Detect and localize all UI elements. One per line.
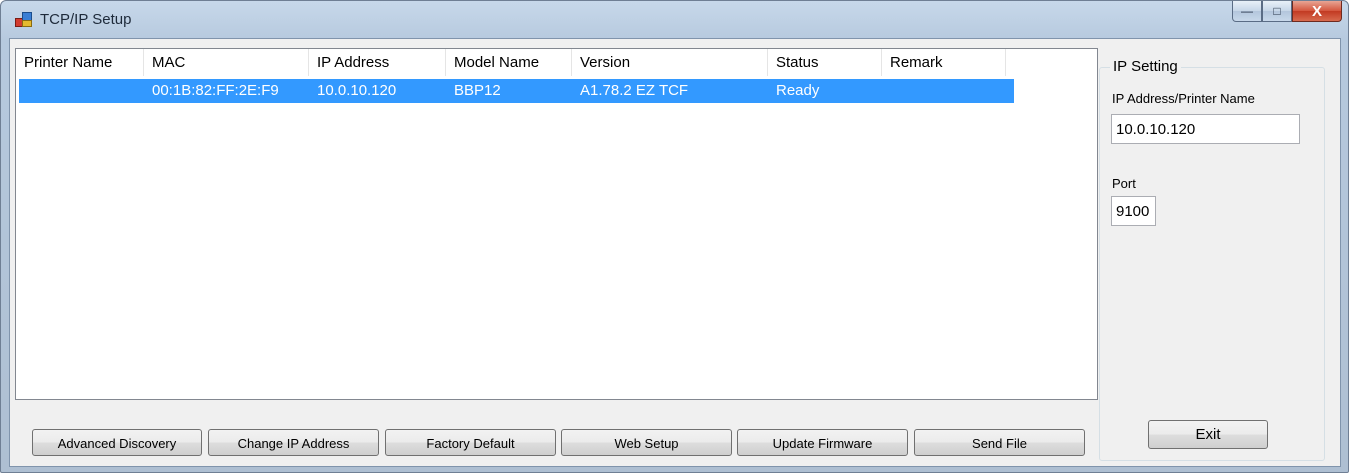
client-area: Printer Name MAC IP Address Model Name V… <box>9 38 1341 467</box>
list-header: Printer Name MAC IP Address Model Name V… <box>16 49 1097 77</box>
port-input[interactable] <box>1111 196 1156 226</box>
factory-default-button[interactable]: Factory Default <box>385 429 556 456</box>
cell-mac: 00:1B:82:FF:2E:F9 <box>152 82 279 99</box>
column-header-ip-address[interactable]: IP Address <box>309 49 446 76</box>
cell-printer-name <box>19 79 27 103</box>
ip-address-label: IP Address/Printer Name <box>1112 91 1255 106</box>
column-header-model-name[interactable]: Model Name <box>446 49 572 76</box>
column-header-printer-name[interactable]: Printer Name <box>16 49 144 76</box>
column-header-mac[interactable]: MAC <box>144 49 309 76</box>
minimize-icon: — <box>1241 4 1253 18</box>
cell-status: Ready <box>776 82 820 99</box>
port-label: Port <box>1112 176 1136 191</box>
tcp-ip-setup-window: TCP/IP Setup — □ X Printer Name MAC IP A… <box>0 0 1349 473</box>
network-setup-icon <box>15 12 32 27</box>
maximize-button[interactable]: □ <box>1262 1 1292 22</box>
change-ip-address-button[interactable]: Change IP Address <box>208 429 379 456</box>
close-button[interactable]: X <box>1292 1 1342 22</box>
ip-address-input[interactable] <box>1111 114 1300 144</box>
column-header-remark[interactable]: Remark <box>882 49 1006 76</box>
table-row[interactable]: 00:1B:82:FF:2E:F9 10.0.10.120 BBP12 A1.7… <box>19 79 1014 103</box>
cell-version: A1.78.2 EZ TCF <box>580 82 689 99</box>
ip-setting-title: IP Setting <box>1110 58 1181 75</box>
cell-ip-address: 10.0.10.120 <box>317 82 397 99</box>
title-bar[interactable]: TCP/IP Setup — □ X <box>1 1 1348 37</box>
advanced-discovery-button[interactable]: Advanced Discovery <box>32 429 202 456</box>
close-icon: X <box>1311 2 1322 20</box>
maximize-icon: □ <box>1273 4 1281 18</box>
window-title: TCP/IP Setup <box>40 11 132 28</box>
column-header-version[interactable]: Version <box>572 49 768 76</box>
exit-button[interactable]: Exit <box>1148 420 1268 449</box>
minimize-button[interactable]: — <box>1232 1 1262 22</box>
caption-buttons: — □ X <box>1232 1 1342 23</box>
web-setup-button[interactable]: Web Setup <box>561 429 732 456</box>
cell-remark <box>882 79 890 103</box>
column-header-status[interactable]: Status <box>768 49 882 76</box>
send-file-button[interactable]: Send File <box>914 429 1085 456</box>
printer-list[interactable]: Printer Name MAC IP Address Model Name V… <box>15 48 1098 400</box>
update-firmware-button[interactable]: Update Firmware <box>737 429 908 456</box>
cell-model-name: BBP12 <box>454 82 501 99</box>
